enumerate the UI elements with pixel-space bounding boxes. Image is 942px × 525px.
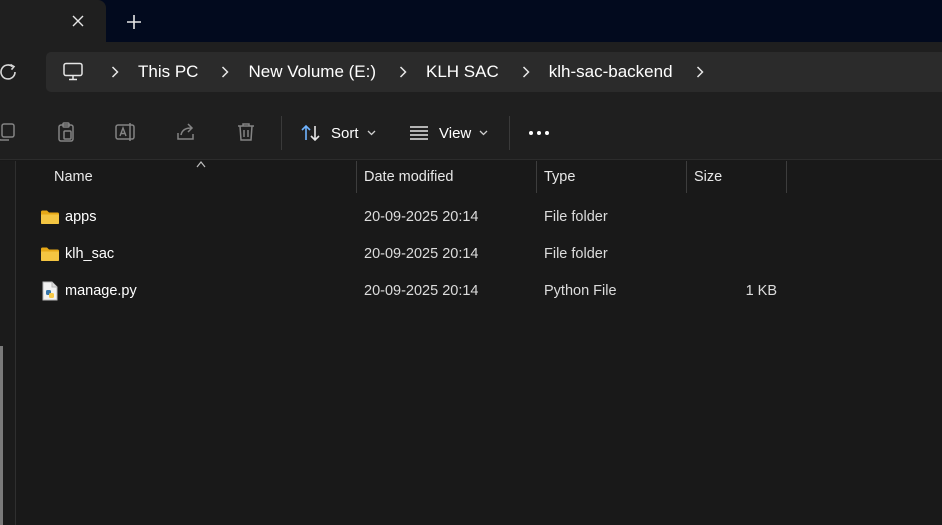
column-header-date-modified[interactable]: Date modified bbox=[364, 161, 453, 193]
command-bar: Sort View bbox=[0, 102, 942, 160]
column-header-size[interactable]: Size bbox=[694, 161, 722, 193]
more-icon bbox=[529, 131, 549, 135]
file-date-modified: 20-09-2025 20:14 bbox=[364, 246, 479, 262]
chevron-right-icon[interactable] bbox=[108, 64, 122, 80]
sort-label: Sort bbox=[331, 124, 359, 142]
refresh-icon bbox=[0, 63, 16, 80]
active-tab[interactable] bbox=[0, 0, 106, 42]
new-tab-button[interactable] bbox=[122, 11, 146, 33]
view-icon bbox=[410, 126, 428, 140]
tab-strip bbox=[0, 0, 942, 42]
file-type: Python File bbox=[544, 283, 617, 299]
file-size: 1 KB bbox=[745, 283, 777, 299]
column-resize-handle[interactable] bbox=[686, 161, 687, 193]
sort-button[interactable]: Sort bbox=[300, 116, 376, 150]
file-name: manage.py bbox=[65, 283, 137, 299]
tab-close-button[interactable] bbox=[67, 10, 89, 32]
file-date-modified: 20-09-2025 20:14 bbox=[364, 209, 479, 225]
folder-icon bbox=[40, 207, 60, 227]
paste-icon[interactable] bbox=[54, 120, 78, 144]
share-icon[interactable] bbox=[174, 120, 198, 144]
file-row-klh-sac[interactable]: klh_sac 20-09-2025 20:14 File folder bbox=[17, 236, 942, 272]
toolbar-divider bbox=[281, 116, 282, 150]
python-file-icon bbox=[40, 281, 60, 301]
breadcrumb-klh-sac[interactable]: KLH SAC bbox=[426, 62, 499, 82]
column-header-name[interactable]: Name bbox=[54, 161, 93, 193]
this-pc-icon[interactable] bbox=[62, 60, 88, 84]
chevron-right-icon[interactable] bbox=[519, 64, 533, 80]
column-header-type[interactable]: Type bbox=[544, 161, 575, 193]
file-size bbox=[694, 199, 777, 235]
toolbar-divider bbox=[509, 116, 510, 150]
chevron-down-icon bbox=[367, 130, 376, 136]
file-type: File folder bbox=[544, 209, 608, 225]
file-type: File folder bbox=[544, 246, 608, 262]
column-resize-handle[interactable] bbox=[536, 161, 537, 193]
breadcrumb-this-pc[interactable]: This PC bbox=[138, 62, 198, 82]
navigation-scrollbar[interactable] bbox=[0, 346, 3, 525]
folder-icon bbox=[40, 244, 60, 264]
column-header-row: Name Date modified Type Size bbox=[17, 161, 942, 193]
rename-icon[interactable] bbox=[114, 120, 138, 144]
chevron-right-icon[interactable] bbox=[693, 64, 707, 80]
breadcrumb-klh-sac-backend[interactable]: klh-sac-backend bbox=[549, 62, 673, 82]
delete-icon[interactable] bbox=[234, 120, 258, 144]
breadcrumb-new-volume[interactable]: New Volume (E:) bbox=[248, 62, 376, 82]
breadcrumb[interactable]: This PC New Volume (E:) KLH SAC klh-sac-… bbox=[46, 52, 942, 92]
sort-icon bbox=[301, 124, 320, 142]
chevron-right-icon[interactable] bbox=[396, 64, 410, 80]
file-size bbox=[694, 236, 777, 272]
column-resize-handle[interactable] bbox=[786, 161, 787, 193]
close-icon bbox=[72, 15, 84, 27]
file-name: klh_sac bbox=[65, 246, 115, 262]
column-resize-handle[interactable] bbox=[356, 161, 357, 193]
file-date-modified: 20-09-2025 20:14 bbox=[364, 283, 479, 299]
refresh-button[interactable] bbox=[0, 60, 20, 84]
more-options-button[interactable] bbox=[526, 120, 552, 146]
chevron-right-icon[interactable] bbox=[218, 64, 232, 80]
chevron-down-icon bbox=[479, 130, 488, 136]
copy-icon[interactable] bbox=[0, 120, 18, 144]
plus-icon bbox=[127, 15, 141, 29]
view-label: View bbox=[439, 124, 472, 142]
file-row-manage-py[interactable]: manage.py 20-09-2025 20:14 Python File 1… bbox=[17, 273, 942, 309]
file-name: apps bbox=[65, 209, 97, 225]
view-button[interactable]: View bbox=[408, 116, 488, 150]
file-row-apps[interactable]: apps 20-09-2025 20:14 File folder bbox=[17, 199, 942, 235]
